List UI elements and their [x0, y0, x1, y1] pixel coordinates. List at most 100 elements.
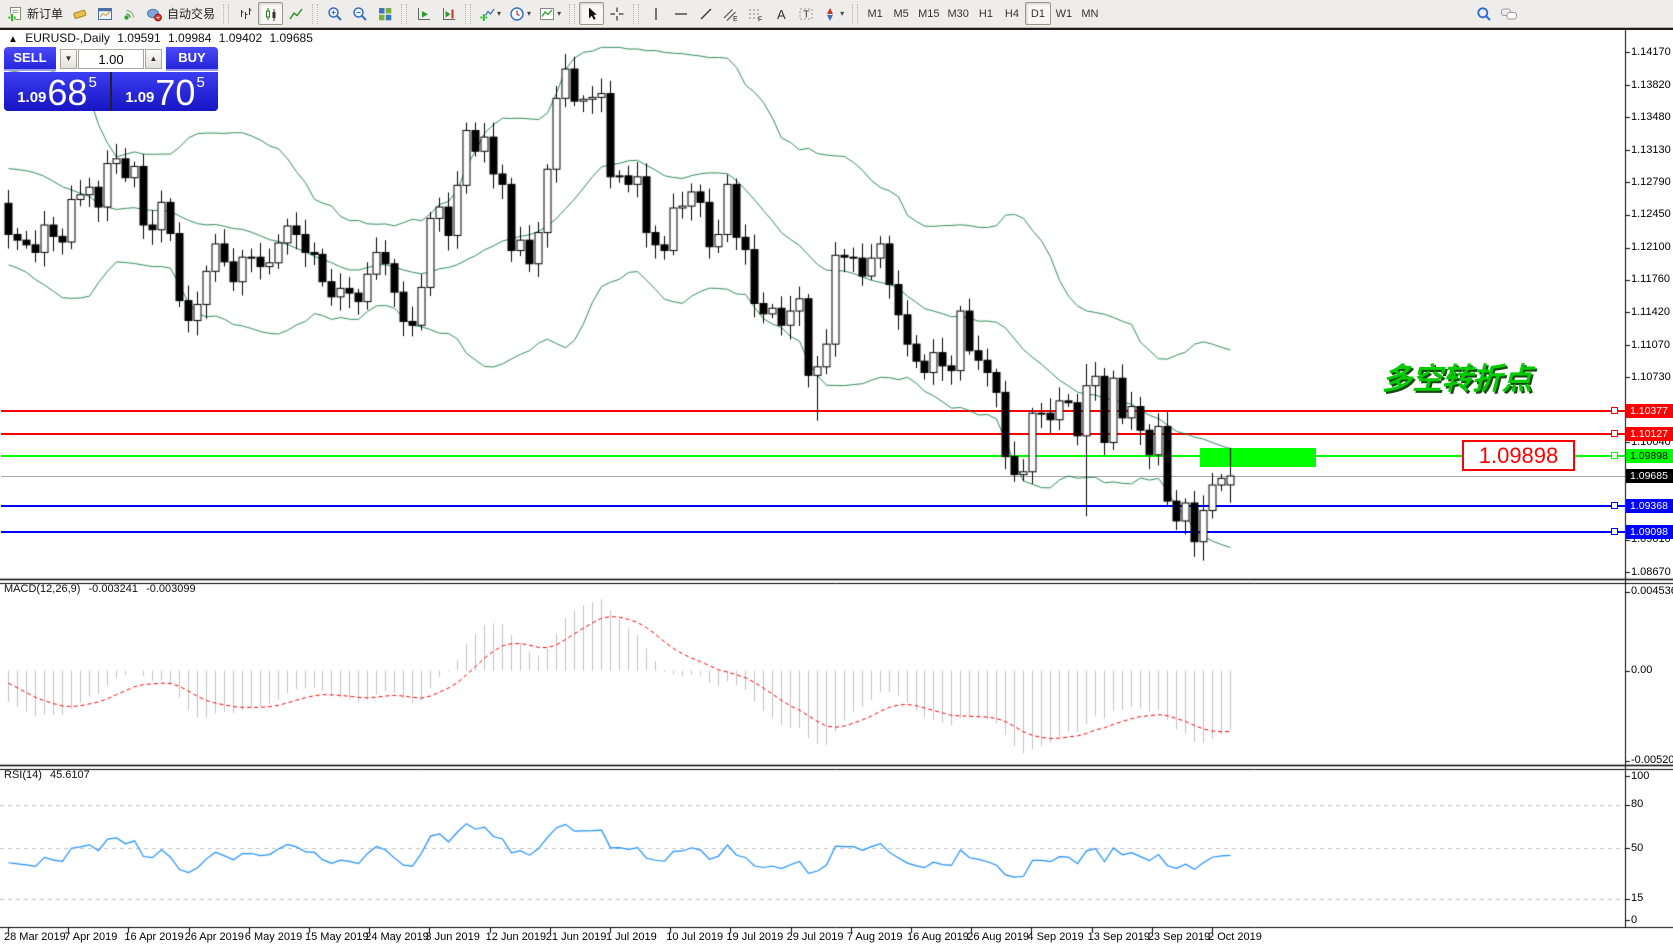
price-axis[interactable]	[1626, 30, 1673, 927]
buy-price-small: 1.09	[125, 89, 154, 106]
price-chart-canvas[interactable]	[0, 0, 1673, 947]
auto-scroll-icon	[416, 6, 432, 22]
fibonacci-icon: F	[747, 6, 764, 22]
search-icon	[1476, 6, 1492, 22]
periods-clock-icon	[509, 6, 525, 22]
timeframe-button-H1[interactable]: H1	[973, 2, 999, 25]
timeframe-button-M1[interactable]: M1	[862, 2, 888, 25]
collapse-icon[interactable]: ▲	[8, 34, 18, 45]
timeframe-button-MN[interactable]: MN	[1077, 2, 1103, 25]
chart-window-icon	[97, 6, 113, 22]
bar-chart-button[interactable]	[233, 2, 258, 25]
rsi-name: RSI(14)	[4, 769, 42, 781]
sell-price-display[interactable]: 1.09 68 5	[4, 72, 110, 111]
tile-windows-button[interactable]	[372, 2, 397, 25]
templates-button[interactable]: ▾	[535, 2, 565, 25]
horizontal-line-button[interactable]	[668, 2, 693, 25]
vertical-line-button[interactable]	[643, 2, 668, 25]
text-label-button[interactable]: T	[793, 2, 818, 25]
toolbar-separator	[465, 4, 471, 24]
timeframe-button-H4[interactable]: H4	[999, 2, 1025, 25]
zoom-out-icon	[352, 6, 368, 22]
search-button[interactable]	[1471, 2, 1496, 25]
line-chart-button[interactable]	[283, 2, 308, 25]
timeframe-group: M1M5M15M30H1H4D1W1MN	[862, 2, 1103, 25]
rsi-panel-divider[interactable]	[0, 762, 1673, 770]
chart-shift-icon	[441, 6, 457, 22]
macd-name: MACD(12,26,9)	[4, 583, 80, 595]
eraser-icon	[72, 6, 88, 22]
buy-price-display[interactable]: 1.09 70 5	[112, 72, 218, 111]
svg-text:A: A	[777, 7, 786, 22]
channel-button[interactable]: E	[718, 2, 743, 25]
toolbar-separator	[223, 4, 229, 24]
key-price-tag[interactable]: 1.09898	[1462, 440, 1575, 471]
trendline-button[interactable]	[693, 2, 718, 25]
indicators-button[interactable]: ▾	[475, 2, 505, 25]
arrows-icon	[822, 6, 838, 22]
periods-button[interactable]: ▾	[505, 2, 535, 25]
signal-icon	[122, 6, 138, 22]
chart-shift-button[interactable]	[436, 2, 461, 25]
chat-button[interactable]	[1496, 2, 1522, 25]
auto-scroll-button[interactable]	[411, 2, 436, 25]
symbol-period-label: EURUSD-,Daily	[25, 31, 110, 45]
indicators-icon	[479, 6, 495, 22]
buy-price-big: 70	[155, 76, 195, 110]
buy-button[interactable]: BUY	[166, 47, 218, 71]
ohlc-open: 1.09591	[117, 31, 160, 45]
chevron-down-icon: ▾	[527, 9, 531, 18]
autotrading-label: 自动交易	[167, 5, 215, 22]
cursor-icon	[584, 6, 600, 22]
trend-turning-point-annotation[interactable]: 多空转折点	[1382, 354, 1532, 398]
timeframe-button-M15[interactable]: M15	[914, 2, 943, 25]
horizontal-line-icon	[673, 6, 689, 22]
autotrading-button[interactable]: 自动交易	[142, 2, 219, 25]
line-chart-icon	[288, 6, 304, 22]
cursor-button[interactable]	[579, 2, 604, 25]
buy-price-sup: 5	[196, 74, 204, 91]
text-button[interactable]: A	[768, 2, 793, 25]
ohlc-close: 1.09685	[269, 31, 312, 45]
mt4-application: 新订单 自动交易	[0, 0, 1673, 947]
timeframe-button-D1[interactable]: D1	[1025, 2, 1051, 25]
tile-windows-icon	[377, 6, 393, 22]
macd-indicator-label: MACD(12,26,9) -0.003241 -0.003099	[4, 583, 201, 595]
chevron-down-icon: ▾	[840, 9, 844, 18]
bar-chart-icon	[238, 6, 254, 22]
channel-icon: E	[722, 6, 739, 22]
zoom-in-icon	[327, 6, 343, 22]
crosshair-button[interactable]	[604, 2, 629, 25]
templates-icon	[539, 6, 555, 22]
new-order-button[interactable]: 新订单	[3, 2, 67, 25]
autotrading-icon	[146, 6, 163, 22]
timeframe-button-M30[interactable]: M30	[944, 2, 973, 25]
timeframe-button-M5[interactable]: M5	[888, 2, 914, 25]
volume-increase-button[interactable]: ▲	[145, 49, 162, 69]
time-axis[interactable]	[0, 929, 1620, 947]
ohlc-low: 1.09402	[219, 31, 262, 45]
zoom-in-button[interactable]	[322, 2, 347, 25]
toolbar-separator	[633, 4, 639, 24]
svg-text:T: T	[803, 9, 809, 20]
volume-decrease-button[interactable]: ▼	[60, 49, 77, 69]
candlestick-chart-button[interactable]	[258, 2, 283, 25]
new-order-icon	[7, 6, 23, 22]
svg-text:E: E	[733, 16, 738, 22]
fibonacci-button[interactable]: F	[743, 2, 768, 25]
macd-value-main: -0.003241	[88, 583, 138, 595]
chat-icon	[1500, 6, 1518, 22]
arrows-button[interactable]: ▾	[818, 2, 848, 25]
timeframe-button-W1[interactable]: W1	[1051, 2, 1077, 25]
crosshair-icon	[609, 6, 625, 22]
zoom-out-button[interactable]	[347, 2, 372, 25]
main-toolbar: 新订单 自动交易	[0, 0, 1673, 28]
signal-button[interactable]	[117, 2, 142, 25]
sell-button[interactable]: SELL	[4, 47, 56, 71]
toolbar-separator	[569, 4, 575, 24]
macd-panel-divider[interactable]	[0, 576, 1673, 584]
chart-window-button[interactable]	[92, 2, 117, 25]
volume-input[interactable]	[78, 49, 144, 69]
eraser-tool-button[interactable]	[67, 2, 92, 25]
sell-price-big: 68	[47, 76, 87, 110]
